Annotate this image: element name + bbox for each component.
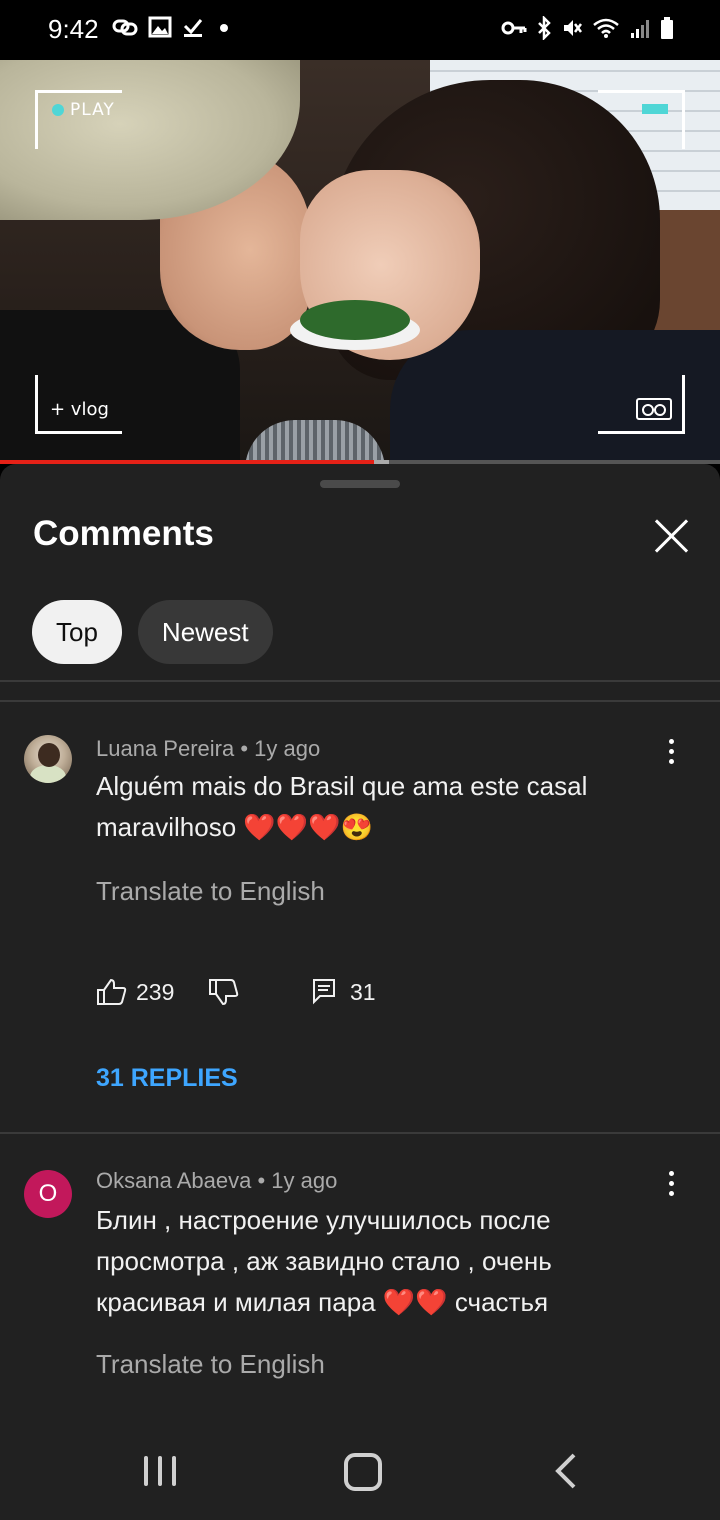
navigation-bar [0,1420,720,1520]
comment-meta[interactable]: Luana Pereira • 1y ago [96,736,320,762]
video-overlay-battery-icon [642,104,668,114]
status-time: 9:42 [48,14,99,44]
comment-icon [313,979,335,1005]
comments-sheet: Comments Top Newest Luana Pereira • 1y a… [0,464,720,1420]
recent-apps-icon[interactable] [144,1456,178,1486]
comment-text: Alguém mais do Brasil que ama este casal… [96,771,588,842]
more-options-icon[interactable] [660,734,684,770]
like-count: 239 [136,978,175,1005]
dot-icon [220,24,228,32]
record-dot-icon [52,104,64,116]
video-grill [245,420,385,462]
back-icon[interactable] [554,1452,578,1490]
like-button[interactable]: 239 [96,976,174,1008]
status-bar: 9:42 [0,0,720,60]
vpn-key-icon [501,21,527,35]
translate-link[interactable]: Translate to English [96,876,325,907]
video-player[interactable]: PLAY + vlog [0,60,720,462]
comment-text: Блин , настроение улучшилось после просм… [96,1205,552,1317]
avatar[interactable]: O [24,1170,72,1218]
bluetooth-icon [538,16,551,40]
cassette-icon [636,398,672,420]
status-left-icons [112,16,234,38]
wifi-icon [593,18,619,38]
avatar-head [38,743,60,767]
avatar-shoulders [30,765,66,783]
video-overlay-vlog: + vlog [50,399,109,420]
divider [0,700,720,702]
chip-top[interactable]: Top [32,600,122,664]
link-icon [112,19,138,36]
close-icon[interactable] [648,512,696,560]
viewfinder-corner [598,90,685,149]
more-options-icon[interactable] [660,1166,684,1202]
mute-icon [564,20,582,36]
reply-button[interactable]: 31 [312,976,376,1008]
image-icon [148,16,172,38]
reply-count: 31 [350,978,376,1005]
home-icon[interactable] [344,1453,382,1491]
status-right-icons [501,16,674,40]
thumbs-up-icon [97,978,127,1005]
thumbs-down-icon [209,979,239,1006]
video-greens [300,300,410,340]
translate-link[interactable]: Translate to English [96,1349,325,1380]
signal-icon [631,20,649,38]
battery-icon [661,17,673,39]
avatar[interactable] [24,735,72,783]
view-replies-link[interactable]: 31 REPLIES [96,1064,238,1093]
dislike-button[interactable] [208,976,240,1008]
video-overlay-play: PLAY [52,100,115,120]
sort-chips: Top Newest [32,600,273,664]
divider [0,680,720,682]
video-overlay-play-label: PLAY [70,100,115,120]
divider [0,1132,720,1134]
drag-handle[interactable] [320,480,400,488]
comments-title: Comments [33,514,214,553]
check-icon [183,19,203,37]
chip-newest[interactable]: Newest [137,600,273,664]
comment-meta[interactable]: Oksana Abaeva • 1y ago [96,1168,337,1194]
